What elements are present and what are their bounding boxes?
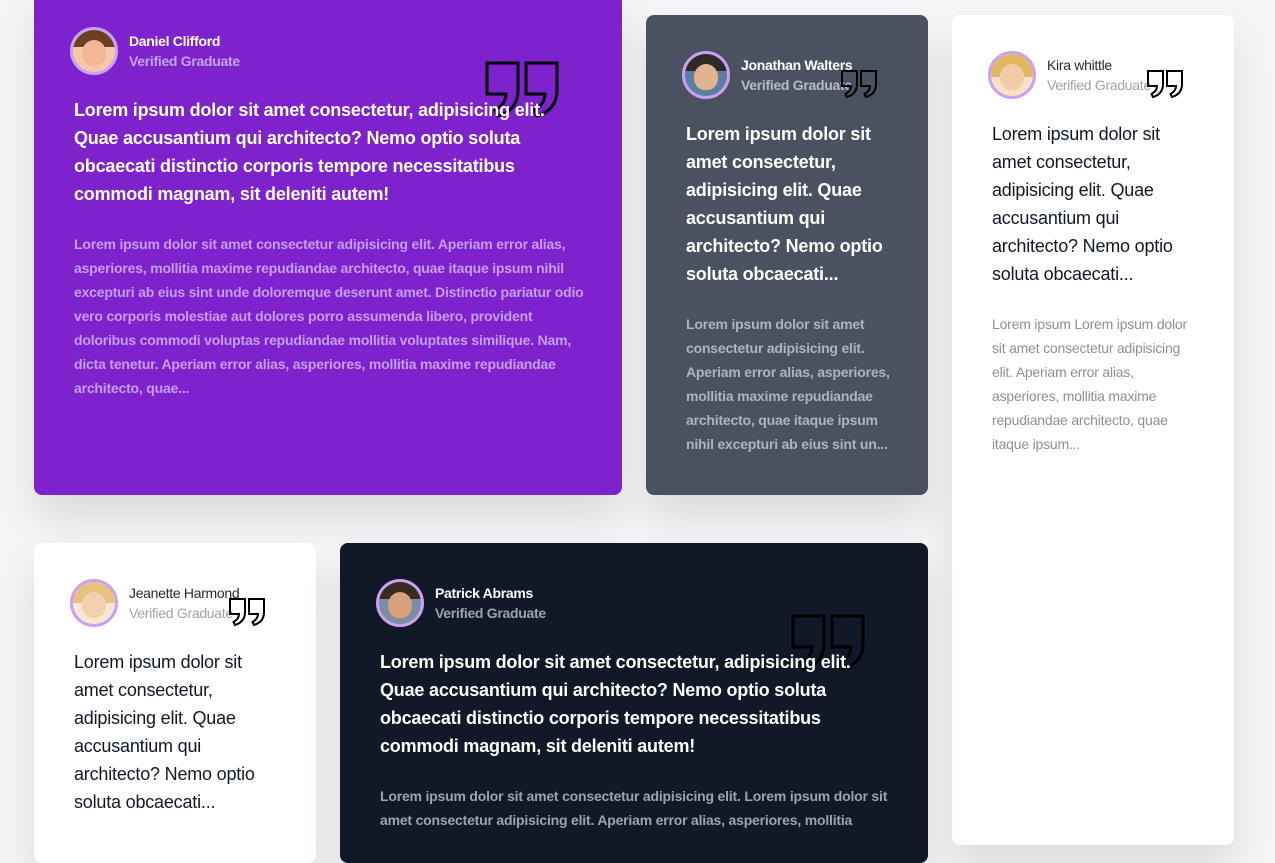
testimonial-body: Lorem ipsum dolor sit amet consectetur a… <box>686 316 890 452</box>
author-name: Jeanette Harmond <box>129 585 240 601</box>
quotation-mark-icon <box>840 69 880 99</box>
testimonial-body: Lorem ipsum Lorem ipsum dolor sit amet c… <box>992 316 1187 452</box>
author-name: Kira whittle <box>1047 57 1112 73</box>
author-name: Jonathan Walters <box>741 57 853 73</box>
quotation-mark-icon <box>228 597 268 627</box>
author-name: Daniel Clifford <box>129 33 221 49</box>
testimonial-card-jeanette-harmond: Jeanette Harmond Verified Graduate Lorem… <box>34 543 316 863</box>
author-role: Verified Graduate <box>129 605 233 621</box>
author-role: Verified Graduate <box>435 605 546 621</box>
avatar <box>70 579 118 627</box>
testimonial-body: Lorem ipsum dolor sit amet consectetur a… <box>74 236 584 396</box>
testimonial-card-kira-whittle: Kira whittle Verified Graduate Lorem ips… <box>952 15 1234 845</box>
testimonial-card-jonathan-walters: Jonathan Walters Verified Graduate Lorem… <box>646 15 928 495</box>
testimonial-lead: Lorem ipsum dolor sit amet consectetur, … <box>74 100 545 204</box>
testimonial-lead: Lorem ipsum dolor sit amet consectetur, … <box>686 124 883 284</box>
testimonial-body: Lorem ipsum dolor sit amet consectetur a… <box>380 788 888 828</box>
author-role: Verified Graduate <box>1047 77 1151 93</box>
testimonial-lead: Lorem ipsum dolor sit amet consectetur, … <box>74 652 255 812</box>
testimonial-lead: Lorem ipsum dolor sit amet consectetur, … <box>992 124 1173 284</box>
avatar <box>988 51 1036 99</box>
testimonial-author: Daniel Clifford Verified Graduate <box>70 27 240 75</box>
testimonial-card-patrick-abrams: Patrick Abrams Verified Graduate Lorem i… <box>340 543 928 863</box>
testimonial-card-daniel-clifford: Daniel Clifford Verified Graduate Lorem … <box>34 0 622 495</box>
author-role: Verified Graduate <box>129 53 240 69</box>
avatar <box>70 27 118 75</box>
author-name: Patrick Abrams <box>435 585 533 601</box>
testimonial-author: Patrick Abrams Verified Graduate <box>376 579 546 627</box>
avatar <box>682 51 730 99</box>
quotation-mark-icon <box>1146 69 1186 99</box>
testimonial-author: Jeanette Harmond Verified Graduate <box>70 579 240 627</box>
avatar <box>376 579 424 627</box>
testimonial-lead: Lorem ipsum dolor sit amet consectetur, … <box>380 652 851 756</box>
author-role: Verified Graduate <box>741 77 852 93</box>
testimonial-author: Jonathan Walters Verified Graduate <box>682 51 853 99</box>
testimonial-author: Kira whittle Verified Graduate <box>988 51 1151 99</box>
